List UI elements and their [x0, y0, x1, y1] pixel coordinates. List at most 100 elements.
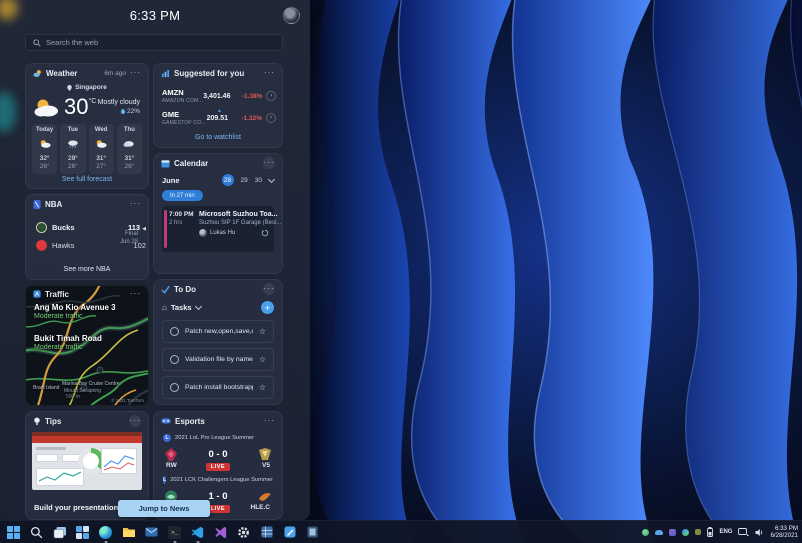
panel-clock: 6:33 PM	[129, 8, 181, 23]
terminal-icon: >_	[168, 525, 181, 539]
notes-app-button[interactable]	[302, 522, 323, 543]
precipitation-chance: 22%	[126, 108, 140, 115]
stock-row[interactable]: AMZN AMAZON.COM... 3,401.46 -1.38% ›	[162, 88, 276, 104]
terminal-button[interactable]: >_	[164, 522, 185, 543]
star-icon[interactable]: ☆	[259, 383, 266, 392]
task-list-name[interactable]: Tasks	[171, 303, 192, 312]
todo-check-icon	[161, 285, 170, 294]
network-display-icon[interactable]	[738, 527, 750, 537]
visual-studio-icon	[215, 526, 227, 538]
vscode-icon	[191, 526, 204, 538]
chevron-down-icon[interactable]	[194, 302, 202, 311]
search-input[interactable]	[46, 38, 275, 47]
pen-app-button[interactable]	[279, 522, 300, 543]
blurred-desktop-blob	[0, 92, 16, 132]
jump-to-news-button[interactable]: Jump to News	[118, 500, 210, 517]
visual-studio-button[interactable]	[210, 522, 231, 543]
calendar-widget[interactable]: Calendar ··· June 28 29 30 In 27 min 7:0…	[153, 153, 283, 274]
stock-row[interactable]: GME GAMESTOP CO... 209.51 -1.32% ›	[162, 110, 276, 126]
forecast-day[interactable]: Tue 29° 26°	[60, 124, 86, 174]
vscode-button[interactable]	[187, 522, 208, 543]
temperature-unit: °C	[88, 98, 97, 105]
search-button[interactable]	[26, 522, 47, 543]
stocks-widget[interactable]: Suggested for you ··· AMZN AMAZON.COM...…	[153, 63, 283, 148]
game-status: Final	[124, 231, 138, 237]
match-score: 0 - 0	[208, 448, 228, 460]
forecast-day[interactable]: Thu 31° 26°	[116, 124, 142, 174]
go-to-watchlist-link[interactable]: Go to watchlist	[154, 134, 282, 141]
language-indicator[interactable]: ENG	[719, 529, 732, 535]
more-options-button[interactable]: ···	[130, 290, 141, 298]
stock-expand-icon[interactable]: ›	[266, 113, 276, 123]
more-options-button[interactable]: ···	[130, 200, 141, 208]
winner-arrow-icon: ◀	[142, 226, 146, 232]
battery-icon[interactable]	[707, 527, 714, 537]
widget-title: Tips	[45, 416, 62, 426]
calendar-day[interactable]: 30	[255, 177, 262, 184]
team-v5-logo	[258, 447, 271, 460]
task-item[interactable]: Patch install bootstrapp... ☆	[162, 376, 274, 399]
home-icon: ⌂	[162, 303, 167, 312]
task-checkbox[interactable]	[170, 355, 179, 364]
search-icon	[30, 526, 43, 538]
game-date: Jun 28	[119, 239, 138, 245]
task-view-button[interactable]	[49, 522, 70, 543]
more-options-button[interactable]: ···	[263, 283, 275, 295]
more-options-button[interactable]: ···	[264, 69, 275, 77]
task-checkbox[interactable]	[170, 327, 179, 336]
weather-widget[interactable]: Weather 6m ago ··· Singapore 30 °C Mostl…	[25, 63, 149, 189]
event-countdown-badge: In 27 min	[162, 190, 203, 201]
file-explorer-button[interactable]	[118, 522, 139, 543]
event-color-bar	[164, 210, 167, 248]
star-icon[interactable]: ☆	[259, 327, 266, 336]
add-task-button[interactable]: +	[261, 301, 274, 314]
tray-app-icon[interactable]	[669, 528, 677, 536]
road-name: Bukit Timah Road	[34, 334, 102, 343]
tray-app-icon[interactable]	[682, 528, 690, 536]
traffic-widget[interactable]: Traffic ··· Ang Mo Kio Avenue 3 Moderate…	[25, 285, 149, 406]
mail-button[interactable]	[141, 522, 162, 543]
volume-icon[interactable]	[755, 528, 764, 537]
web-search-bar[interactable]	[25, 34, 283, 51]
more-options-button[interactable]: ···	[129, 415, 141, 427]
calendar-day-selected[interactable]: 28	[221, 174, 234, 186]
calendar-day[interactable]: 29	[241, 177, 248, 184]
task-item[interactable]: Validation file by name ☆	[162, 348, 274, 371]
widgets-button[interactable]	[72, 522, 93, 543]
edge-browser-button[interactable]	[95, 522, 116, 543]
forecast-day[interactable]: Today 32° 26°	[32, 124, 58, 174]
see-full-forecast-link[interactable]: See full forecast	[26, 176, 148, 183]
settings-button[interactable]	[233, 522, 254, 543]
star-icon[interactable]: ☆	[259, 355, 266, 364]
attendee-avatar	[199, 229, 207, 237]
calendar-event[interactable]: 7:00 PM 2 hrs Microsoft Suzhou Toa... Su…	[162, 206, 281, 252]
see-more-nba-link[interactable]: See more NBA	[26, 266, 148, 273]
sheets-app-button[interactable]	[256, 522, 277, 543]
mail-icon	[145, 527, 158, 537]
tray-app-icon[interactable]	[695, 529, 702, 535]
todo-widget[interactable]: To Do ··· ⌂ Tasks + Patch new,open,save,…	[153, 279, 283, 405]
weather-location: Singapore	[75, 84, 107, 91]
task-item[interactable]: Patch new,open,save,edi... ☆	[162, 320, 274, 343]
nba-widget[interactable]: NBA ··· Bucks 113 ◀ Hawks 102 Final Jun …	[25, 194, 149, 280]
widget-title: Suggested for you	[174, 68, 245, 78]
tray-app-icon[interactable]	[642, 528, 650, 536]
more-options-button[interactable]: ···	[130, 69, 141, 77]
task-checkbox[interactable]	[170, 383, 179, 392]
more-options-button[interactable]: ···	[263, 157, 275, 169]
edge-icon	[99, 525, 112, 539]
gear-icon	[238, 526, 249, 538]
rain-cloud-icon	[68, 140, 78, 148]
stocks-chart-icon	[161, 69, 170, 77]
notes-icon	[307, 526, 318, 538]
stock-expand-icon[interactable]: ›	[266, 91, 276, 101]
forecast-day[interactable]: Wed 31° 27°	[88, 124, 114, 174]
chevron-down-icon[interactable]	[267, 175, 276, 183]
more-options-button[interactable]: ···	[264, 417, 275, 425]
taskbar: >_ ENG 6:33 PM 6/28/2021	[0, 520, 802, 543]
profile-avatar[interactable]	[283, 7, 300, 24]
start-button[interactable]	[3, 522, 24, 543]
taskbar-clock[interactable]: 6:33 PM 6/28/2021	[770, 525, 798, 540]
folder-icon	[122, 528, 135, 537]
onedrive-cloud-icon[interactable]	[655, 529, 664, 535]
